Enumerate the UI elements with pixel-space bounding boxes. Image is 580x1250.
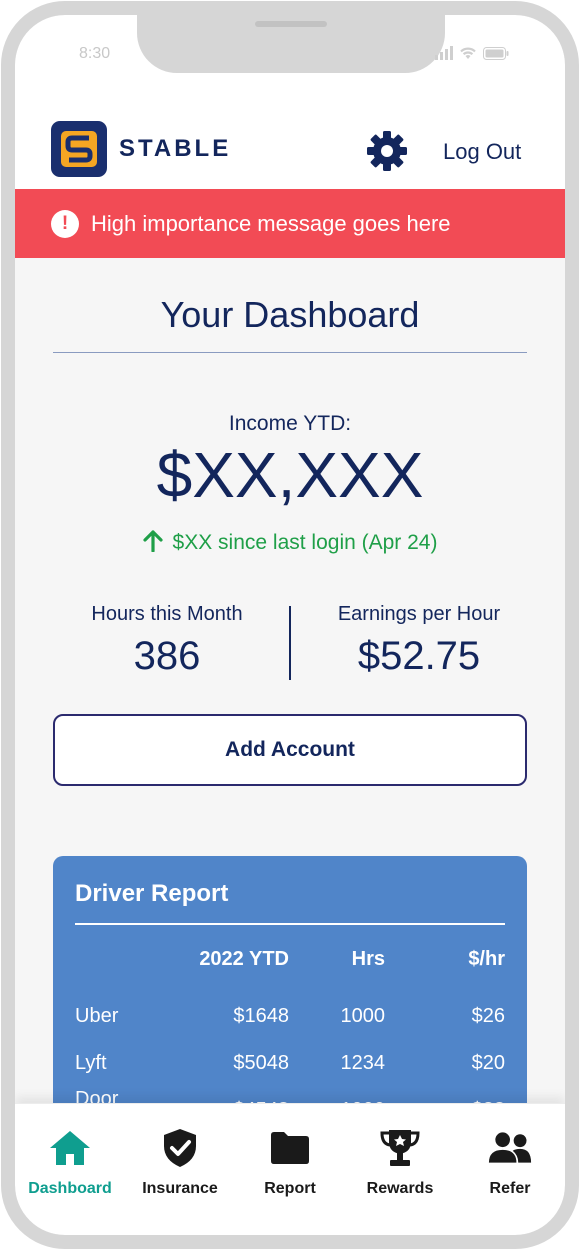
signal-icon <box>435 46 453 60</box>
stable-logo <box>51 121 107 177</box>
column-header: Hrs <box>351 948 385 970</box>
stats-divider <box>289 606 291 680</box>
nav-item-insurance[interactable]: Insurance <box>132 1128 228 1235</box>
table-cell: $1648 <box>233 1005 289 1027</box>
status-time: 8:30 <box>79 45 111 62</box>
column-header: 2022 YTD <box>199 948 289 970</box>
nav-item-report[interactable]: Report <box>242 1128 338 1235</box>
stat-value: 386 <box>133 634 201 678</box>
stat-label: Earnings per Hour <box>337 603 501 625</box>
dashboard-content: Your Dashboard Income YTD: $XX,XXX $XX s… <box>15 258 565 1176</box>
income-value: $XX,XXX <box>156 439 424 511</box>
trophy-icon <box>378 1128 422 1168</box>
nav-item-refer[interactable]: Refer <box>462 1128 558 1235</box>
brand-name: STABLE <box>119 135 232 162</box>
app-header: STABLE Log Out <box>15 101 565 189</box>
table-cell: $26 <box>471 1005 505 1027</box>
stable-s-logo-icon <box>61 131 97 167</box>
nav-item-rewards[interactable]: Rewards <box>352 1128 448 1235</box>
logout-button[interactable]: Log Out <box>443 139 521 165</box>
exclamation-circle-icon: ! <box>51 209 79 238</box>
earnings-stat: Earnings per Hour $52.75 <box>319 603 519 679</box>
column-header <box>75 948 165 993</box>
bottom-nav: Dashboard Insurance Report Rewards Refer <box>15 1103 565 1235</box>
table-cell: 1234 <box>340 1052 386 1074</box>
stat-value: $52.75 <box>357 634 481 678</box>
stat-label: Hours this Month <box>91 603 243 625</box>
home-icon <box>48 1128 92 1168</box>
users-icon <box>488 1128 532 1168</box>
alert-banner: ! High importance message goes here <box>15 189 565 258</box>
battery-icon <box>483 47 509 60</box>
column-header: $/hr <box>468 948 505 970</box>
income-change-text: $XX since last login (Apr 24) <box>172 531 438 554</box>
table-cell: $5048 <box>233 1052 289 1074</box>
gear-icon[interactable] <box>365 129 409 173</box>
income-label: Income YTD: <box>228 412 352 435</box>
table-row: Lyft $5048 1234 $20 <box>75 1040 505 1087</box>
nav-label: Report <box>264 1180 316 1197</box>
table-cell: Uber <box>75 1005 119 1027</box>
report-divider <box>75 923 505 925</box>
income-change: $XX since last login (Apr 24) <box>15 530 565 555</box>
shield-check-icon <box>158 1128 202 1168</box>
hours-stat: Hours this Month 386 <box>57 603 277 679</box>
speaker-grille <box>255 21 327 27</box>
status-bar: 8:30 <box>15 15 565 101</box>
phone-notch <box>137 15 445 73</box>
nav-label: Refer <box>489 1180 531 1197</box>
status-icons <box>435 46 509 60</box>
table-header-row: 2022 YTD Hrs $/hr <box>75 948 505 993</box>
nav-label: Rewards <box>366 1180 434 1197</box>
arrow-up-icon <box>142 530 163 553</box>
nav-label: Dashboard <box>28 1180 112 1197</box>
wifi-icon <box>460 47 476 59</box>
nav-item-dashboard[interactable]: Dashboard <box>22 1128 118 1235</box>
page-title: Your Dashboard <box>160 294 420 335</box>
table-row: Uber $1648 1000 $26 <box>75 993 505 1040</box>
add-account-button[interactable]: Add Account <box>53 714 527 786</box>
folder-icon <box>268 1128 312 1168</box>
title-divider <box>53 352 527 353</box>
nav-label: Insurance <box>142 1180 218 1197</box>
alert-message: High importance message goes here <box>91 210 451 236</box>
report-title: Driver Report <box>75 880 229 907</box>
table-cell: Lyft <box>75 1052 107 1074</box>
phone-frame: 8:30 STABLE Log Out ! High importance me… <box>1 1 579 1249</box>
table-cell: 1000 <box>340 1005 386 1027</box>
table-cell: $20 <box>471 1052 505 1074</box>
